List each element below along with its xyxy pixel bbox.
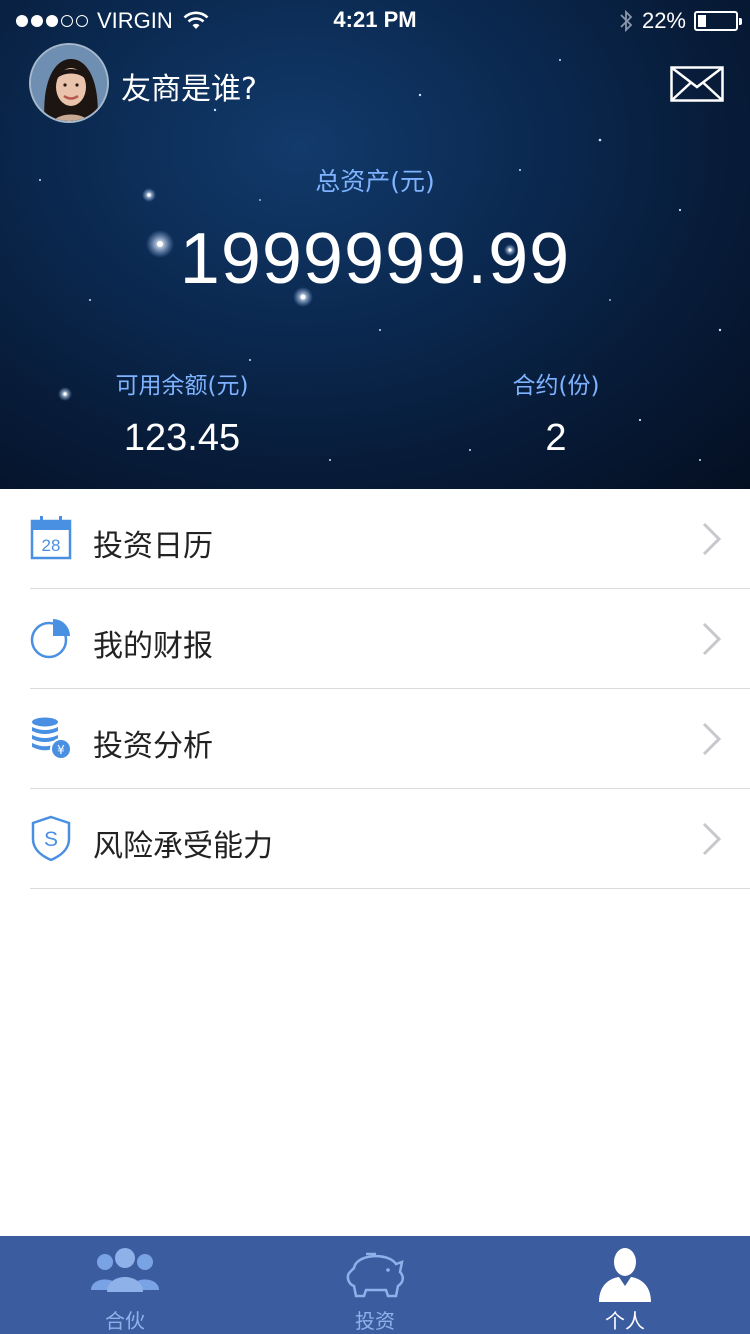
- piggy-bank-icon: [346, 1252, 404, 1298]
- total-assets-label: 总资产(元): [315, 167, 435, 196]
- username[interactable]: 友商是谁?: [121, 64, 257, 108]
- contracts-value[interactable]: 2: [458, 417, 654, 460]
- mail-icon[interactable]: [670, 66, 724, 102]
- battery-fill: [698, 15, 706, 27]
- menu-item-label: 风险承受能力: [93, 829, 273, 864]
- coins-yen-icon: ¥: [32, 717, 72, 760]
- calendar-day: 28: [42, 536, 61, 555]
- calendar-icon: 28: [30, 516, 72, 560]
- menu-list: 28 投资日历 我的财报 ¥ 投资分析 S 风险承受能力: [0, 489, 750, 889]
- shield-s-icon: S: [31, 815, 71, 861]
- avatar[interactable]: [29, 43, 109, 123]
- menu-item-my-financial-report[interactable]: 我的财报: [30, 589, 750, 689]
- status-right: 22%: [618, 8, 742, 34]
- tab-label: 合伙: [105, 1309, 145, 1333]
- chevron-right-icon: [702, 822, 722, 856]
- chevron-right-icon: [702, 722, 722, 756]
- chevron-right-icon: [702, 522, 722, 556]
- tab-partners[interactable]: 合伙: [0, 1236, 250, 1334]
- available-balance-value[interactable]: 123.45: [84, 417, 280, 460]
- profile-header: VIRGIN 4:21 PM 22% 友商是谁? 总资产(元) 1999999.…: [0, 0, 750, 489]
- contracts-label: 合约(份): [512, 373, 600, 399]
- tab-label: 投资: [355, 1309, 395, 1333]
- battery-icon: [694, 11, 742, 31]
- tab-bar: 合伙 投资 个人: [0, 1236, 750, 1334]
- total-assets-value: 1999999.99: [179, 219, 571, 299]
- tab-invest[interactable]: 投资: [250, 1236, 500, 1334]
- group-icon: [91, 1248, 159, 1292]
- available-balance-label: 可用余额(元): [115, 373, 249, 399]
- shield-letter: S: [44, 828, 58, 851]
- battery-percent: 22%: [641, 8, 686, 33]
- chevron-right-icon: [702, 622, 722, 656]
- status-bar: VIRGIN 4:21 PM 22%: [0, 0, 750, 40]
- person-icon: [599, 1248, 651, 1302]
- tab-label: 个人: [605, 1309, 645, 1333]
- pie-chart-icon: [30, 619, 70, 659]
- bluetooth-icon: [620, 9, 633, 33]
- yen-symbol: ¥: [57, 743, 65, 757]
- menu-item-label: 投资分析: [93, 729, 213, 764]
- menu-item-investment-analysis[interactable]: ¥ 投资分析: [30, 689, 750, 789]
- menu-item-investment-calendar[interactable]: 28 投资日历: [30, 489, 750, 589]
- menu-item-label: 我的财报: [93, 629, 213, 664]
- tab-personal[interactable]: 个人: [500, 1236, 750, 1334]
- menu-item-risk-tolerance[interactable]: S 风险承受能力: [30, 789, 750, 889]
- menu-item-label: 投资日历: [93, 529, 213, 564]
